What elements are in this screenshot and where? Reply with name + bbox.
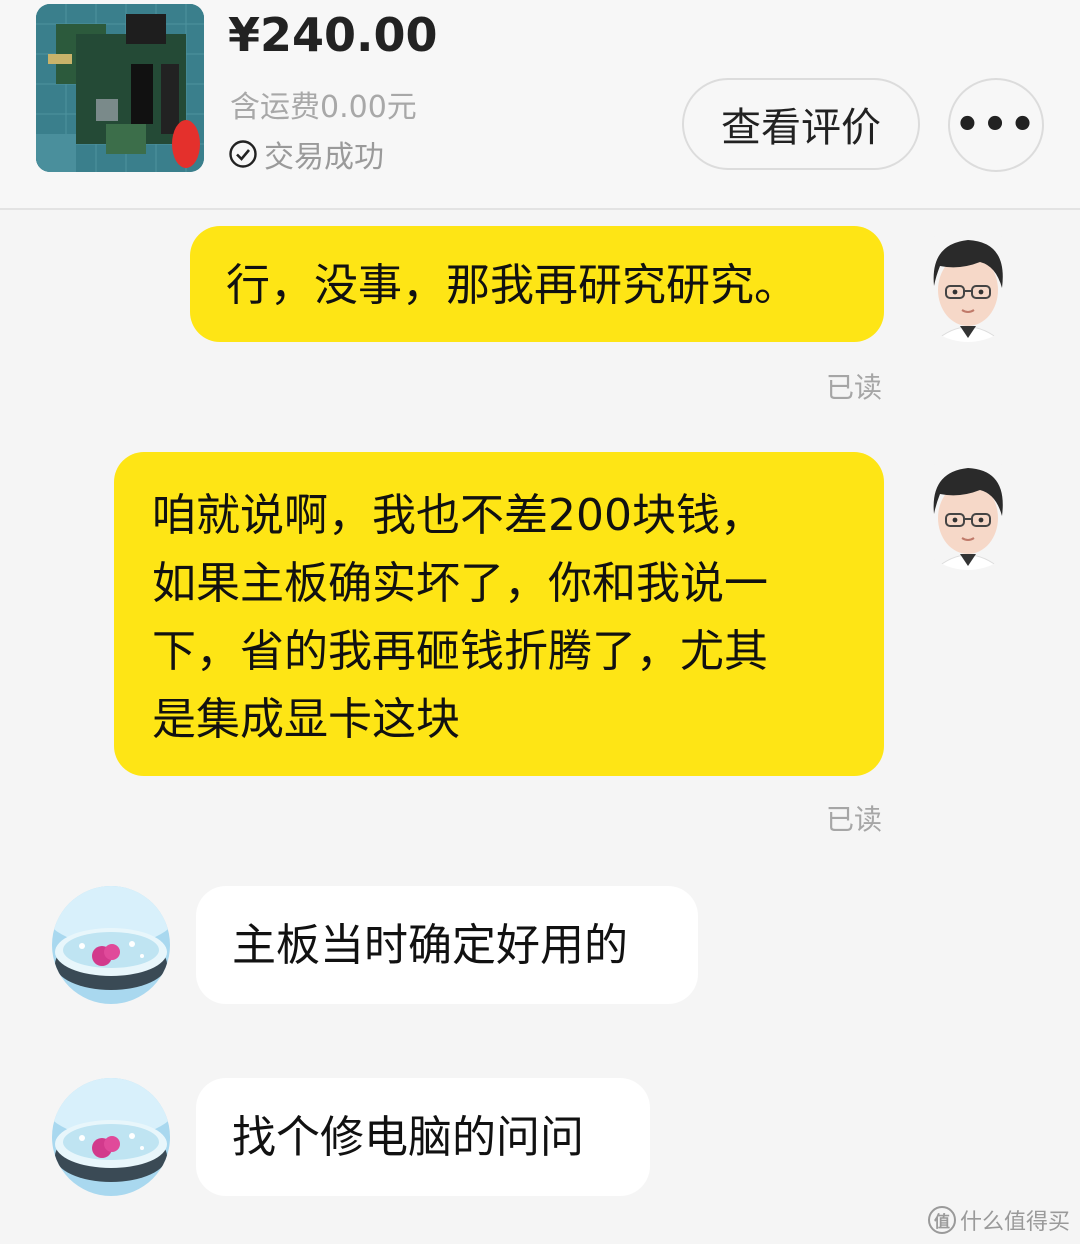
message-bubble-incoming[interactable]: 主板当时确定好用的 (196, 886, 698, 1004)
message-text: 行，没事，那我再研究研究。 (226, 260, 798, 311)
message-text: 主板当时确定好用的 (232, 920, 628, 971)
more-options-button[interactable]: ••• (948, 78, 1044, 172)
motherboard-image (36, 4, 204, 172)
message-bubble-outgoing[interactable]: 咱就说啊，我也不差200块钱， 如果主板确实坏了，你和我说一 下，省的我再砸钱折… (114, 452, 884, 776)
watermark-text: 什么值得买 (959, 1210, 1070, 1235)
cartoon-boy-avatar-image (910, 226, 1026, 342)
my-avatar[interactable] (910, 226, 1026, 342)
message-text-line: 咱就说啊，我也不差200块钱， (152, 490, 764, 541)
check-circle-icon (229, 140, 257, 168)
water-bowl-avatar-image (52, 886, 170, 1004)
read-receipt: 已读 (826, 371, 883, 404)
seller-avatar[interactable] (52, 1078, 170, 1196)
message-text-line: 下，省的我再砸钱折腾了，尤其 (152, 626, 768, 677)
watermark: 值 什么值得买 (927, 1204, 1070, 1236)
message-text-line: 如果主板确实坏了，你和我说一 (152, 558, 768, 609)
water-bowl-avatar-image (52, 1078, 170, 1196)
shipping-fee: 含运费0.00元 (230, 90, 417, 125)
trade-status: 交易成功 (228, 132, 384, 176)
my-avatar[interactable] (910, 454, 1026, 570)
view-review-button[interactable]: 查看评价 (682, 78, 920, 170)
product-thumbnail[interactable] (36, 4, 204, 172)
message-text-line: 是集成显卡这块 (152, 694, 460, 745)
smzdm-logo-icon: 值 (927, 1206, 956, 1234)
message-bubble-incoming[interactable]: 找个修电脑的问问 (196, 1078, 650, 1196)
seller-avatar[interactable] (52, 886, 170, 1004)
order-price: ¥240.00 (228, 8, 438, 62)
order-summary-bar: ¥240.00 含运费0.00元 交易成功 查看评价 ••• (0, 0, 1080, 210)
message-bubble-outgoing[interactable]: 行，没事，那我再研究研究。 (190, 226, 884, 342)
trade-status-label: 交易成功 (264, 140, 384, 175)
read-receipt: 已读 (826, 803, 883, 836)
cartoon-boy-avatar-image (910, 454, 1026, 570)
message-text: 找个修电脑的问问 (232, 1112, 584, 1163)
